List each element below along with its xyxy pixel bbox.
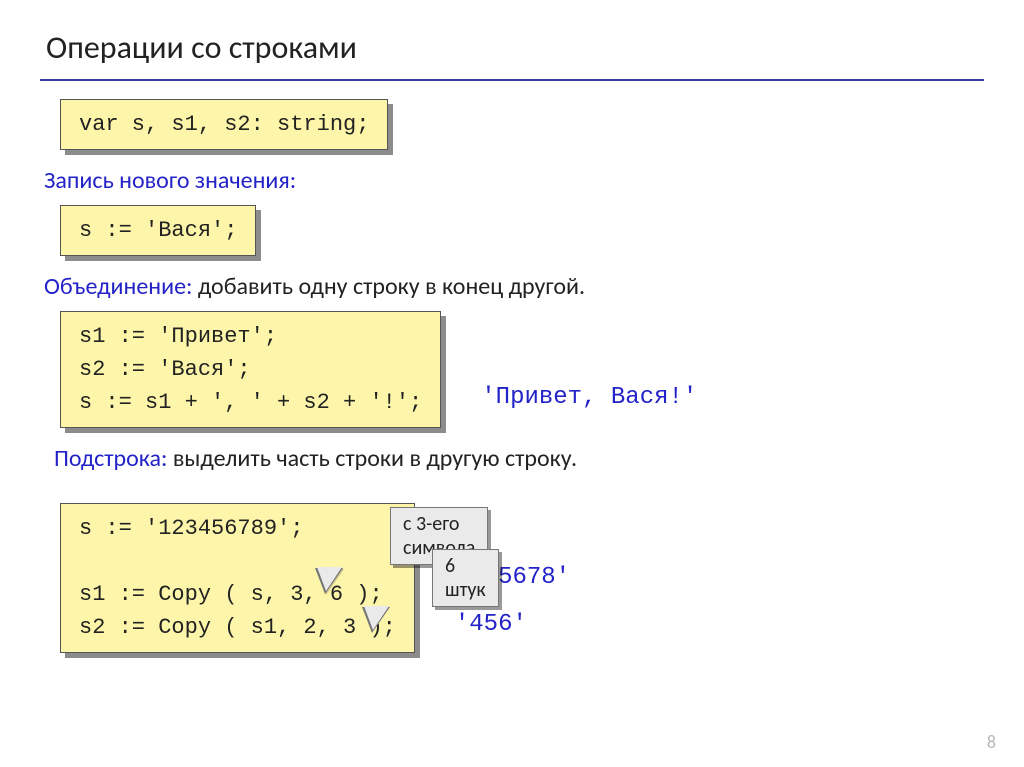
label-substr: Подстрока: выделить часть строки в другу… (54, 444, 984, 473)
callout-tail-2 (362, 607, 390, 633)
label-concat: Объединение: добавить одну строку в коне… (44, 272, 984, 301)
code-assign: s := 'Вася'; (60, 205, 256, 256)
label-concat-rest: добавить одну строку в конец другой. (192, 272, 585, 301)
code-declaration: var s, s1, s2: string; (60, 99, 388, 150)
callout-count: 6 штук (432, 549, 499, 607)
label-assign: Запись нового значения: (44, 166, 984, 195)
label-substr-rest: выделить часть строки в другую строку. (167, 444, 577, 473)
substr-wrap: s := '123456789'; s1 := Copy ( s, 3, 6 )… (40, 503, 415, 653)
substr-row: s := '123456789'; s1 := Copy ( s, 3, 6 )… (40, 483, 984, 653)
callout-tail-1 (315, 568, 343, 594)
page-number: 8 (987, 731, 996, 753)
label-concat-blue: Объединение: (44, 272, 192, 301)
result-concat: 'Привет, Вася!' (481, 384, 697, 411)
slide-root: Операции со строками var s, s1, s2: stri… (0, 0, 1024, 767)
label-assign-text: Запись нового значения: (44, 166, 296, 195)
title-divider (40, 79, 984, 81)
result-substr-2: '456' (455, 611, 570, 638)
page-title: Операции со строками (46, 28, 984, 67)
concat-row: s1 := 'Привет'; s2 := 'Вася'; s := s1 + … (40, 311, 984, 428)
code-concat: s1 := 'Привет'; s2 := 'Вася'; s := s1 + … (60, 311, 441, 428)
label-substr-blue: Подстрока: (54, 444, 167, 473)
